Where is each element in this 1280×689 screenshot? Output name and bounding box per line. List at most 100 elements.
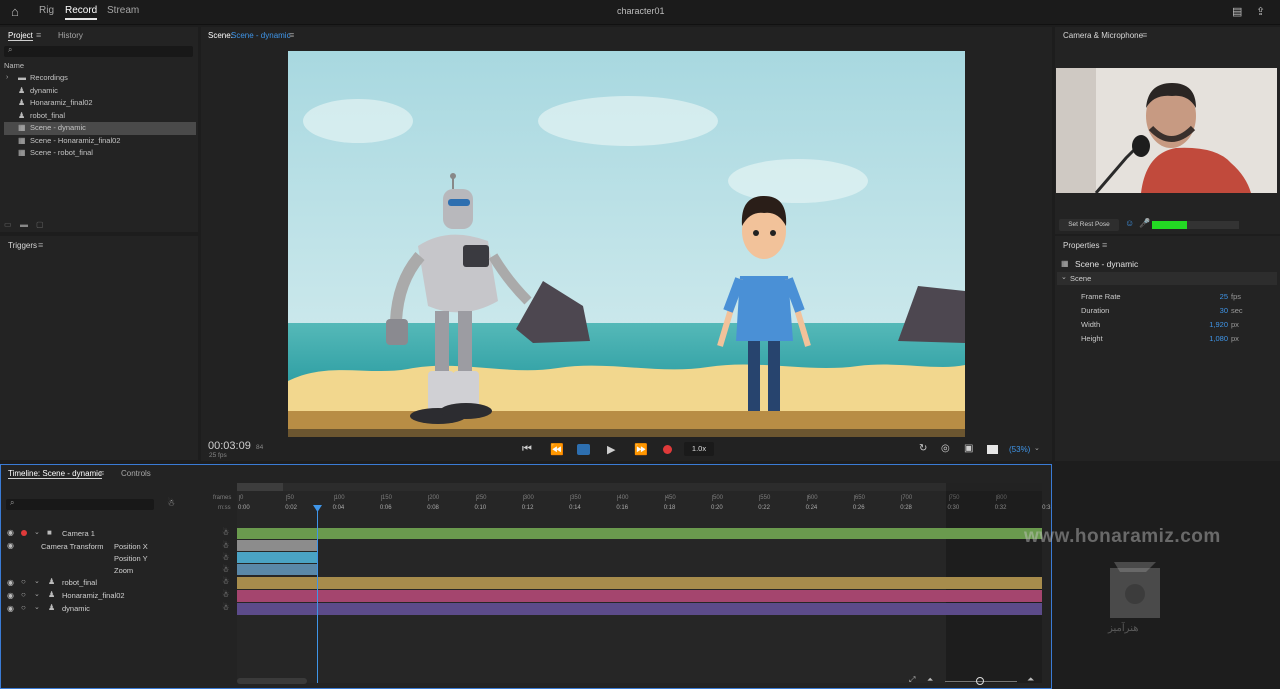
new-scene-icon[interactable]: ▭ (4, 220, 12, 229)
zoom-in-icon[interactable]: ⏶ (1027, 674, 1034, 685)
prop-duration-value[interactable]: 30 (1168, 306, 1228, 315)
step-back-button[interactable]: ⏪ (550, 443, 564, 456)
dynamic-track-bar[interactable] (237, 603, 1042, 615)
prop-width-value[interactable]: 1,920 (1168, 320, 1228, 329)
panel-menu-icon[interactable]: ≡ (36, 30, 41, 40)
track-dynamic[interactable]: dynamic (62, 604, 90, 613)
param-zoom[interactable]: Zoom (114, 566, 133, 575)
mute-monitor-icon[interactable]: ▣ (964, 443, 973, 454)
track-options-icon[interactable]: ☃ (222, 590, 229, 599)
record-disarmed-icon[interactable]: ○ (21, 577, 26, 586)
project-item-scene-dynamic[interactable]: ▦ Scene - dynamic (4, 122, 196, 135)
chevron-down-icon[interactable]: ⌄ (34, 577, 40, 585)
position-x-keyframes[interactable] (237, 540, 317, 551)
work-area-handle[interactable] (237, 483, 283, 491)
eye-icon[interactable]: ◉ (7, 591, 14, 600)
tab-project[interactable]: Project (8, 31, 33, 41)
robot-track-bar[interactable] (237, 577, 1042, 589)
track-camera-transform[interactable]: Camera Transform (41, 542, 104, 551)
tab-record[interactable]: Record (65, 5, 98, 20)
horizontal-scrollbar[interactable] (237, 678, 307, 684)
track-options-icon[interactable]: ☃ (222, 553, 229, 562)
home-icon[interactable]: ⌂ (11, 4, 19, 19)
zoom-level[interactable]: (53%) (1009, 445, 1030, 454)
panel-menu-icon[interactable]: ≡ (289, 30, 294, 40)
share-icon[interactable]: ⇪ (1256, 5, 1265, 18)
track-options-icon[interactable]: ☃ (222, 541, 229, 550)
delete-icon[interactable]: ▢ (36, 220, 44, 229)
chevron-down-icon[interactable]: ⌄ (1061, 273, 1067, 281)
honaramiz-track-bar[interactable] (237, 590, 1042, 602)
eye-icon[interactable]: ◉ (7, 528, 14, 537)
step-forward-button[interactable]: ⏩ (634, 443, 648, 456)
camera-track-bar[interactable] (237, 528, 1042, 539)
loop-icon[interactable]: ↻ (919, 443, 927, 454)
track-honaramiz[interactable]: Honaramiz_final02 (62, 591, 125, 600)
record-disarmed-icon[interactable]: ○ (21, 603, 26, 612)
zoom-keyframes[interactable] (237, 564, 317, 575)
track-options-icon[interactable]: ☃ (222, 603, 229, 612)
panel-menu-icon[interactable]: ≡ (1142, 30, 1147, 40)
track-robot[interactable]: robot_final (62, 578, 97, 587)
chevron-right-icon[interactable]: › (6, 72, 8, 85)
face-tracking-icon[interactable]: ☺ (1125, 218, 1134, 228)
prop-height-value[interactable]: 1,080 (1168, 334, 1228, 343)
panel-menu-icon[interactable]: ≡ (38, 240, 43, 250)
timecode[interactable]: 00:03:09 (208, 440, 251, 452)
work-area-bar[interactable] (237, 483, 1042, 491)
timeline-area[interactable]: 0 50 100 150 200 250 300 350 400 450 500 550 600 650 7… (237, 483, 1050, 683)
param-position-x[interactable]: Position X (114, 542, 148, 551)
puppet-filter-icon[interactable]: ☃ (167, 498, 175, 509)
prop-frame-rate-value[interactable]: 25 (1168, 292, 1228, 301)
name-column-header[interactable]: Name (4, 61, 24, 70)
record-arm-icon[interactable] (21, 530, 27, 536)
new-folder-icon[interactable]: ▬ (20, 220, 28, 229)
panel-menu-icon[interactable]: ≡ (99, 468, 104, 478)
chevron-down-icon[interactable]: ⌄ (34, 590, 40, 598)
record-disarmed-icon[interactable]: ○ (21, 590, 26, 599)
track-options-icon[interactable]: ☃ (222, 528, 229, 537)
scene-section-header[interactable]: ⌄ Scene (1057, 272, 1277, 285)
microphone-icon[interactable]: 🎤 (1139, 218, 1150, 229)
playhead-line[interactable] (317, 505, 318, 683)
project-item-honaramiz[interactable]: ♟ Honaramiz_final02 (4, 97, 196, 110)
tab-rig[interactable]: Rig (39, 5, 54, 16)
tab-stream[interactable]: Stream (107, 5, 139, 16)
scene-stage[interactable] (288, 51, 965, 437)
play-button[interactable]: ▶ (607, 443, 615, 456)
eye-icon[interactable]: ◉ (7, 578, 14, 587)
chevron-down-icon[interactable]: ⌄ (34, 528, 40, 536)
project-item-recordings[interactable]: › ▬ Recordings (4, 72, 196, 85)
eye-icon[interactable]: ◉ (7, 604, 14, 613)
fit-icon[interactable]: ⤢ (909, 675, 915, 685)
time-ruler[interactable]: 0 50 100 150 200 250 300 350 400 450 500 550 600 650 7… (237, 492, 1050, 516)
tab-controls[interactable]: Controls (121, 469, 151, 478)
feedback-icon[interactable]: ▤ (1232, 5, 1242, 18)
tab-history[interactable]: History (58, 31, 83, 40)
project-search-input[interactable]: ⌕ (4, 45, 193, 57)
param-position-y[interactable]: Position Y (114, 554, 148, 563)
track-options-icon[interactable]: ☃ (222, 565, 229, 574)
position-y-keyframes[interactable] (237, 552, 317, 563)
eye-icon[interactable]: ◉ (7, 541, 14, 550)
go-to-start-button[interactable]: ⏮ (522, 443, 532, 456)
project-item-robot[interactable]: ♟ robot_final (4, 110, 196, 123)
track-camera[interactable]: Camera 1 (62, 529, 95, 538)
onion-skin-icon[interactable]: ◎ (941, 443, 950, 454)
stop-button[interactable] (577, 444, 590, 455)
track-options-icon[interactable]: ☃ (222, 577, 229, 586)
chevron-down-icon[interactable]: ⌄ (34, 603, 40, 611)
panel-menu-icon[interactable]: ≡ (1102, 240, 1107, 250)
chevron-down-icon[interactable]: ⌄ (1034, 444, 1040, 452)
tab-timeline[interactable]: Timeline: Scene - dynamic (8, 469, 102, 479)
project-item-scene-robot[interactable]: ▦ Scene - robot_final (4, 147, 196, 160)
playback-speed[interactable]: 1.0x (684, 442, 714, 456)
record-button[interactable] (663, 445, 672, 454)
set-rest-pose-button[interactable]: Set Rest Pose (1059, 219, 1119, 231)
project-item-dynamic[interactable]: ♟ dynamic (4, 85, 196, 98)
zoom-out-icon[interactable]: ⏶ (927, 675, 933, 685)
zoom-slider-handle[interactable] (976, 677, 984, 685)
timeline-search-input[interactable]: ⌕ (6, 498, 154, 510)
background-toggle[interactable] (987, 445, 998, 454)
project-item-scene-honaramiz[interactable]: ▦ Scene - Honaramiz_final02 (4, 135, 196, 148)
